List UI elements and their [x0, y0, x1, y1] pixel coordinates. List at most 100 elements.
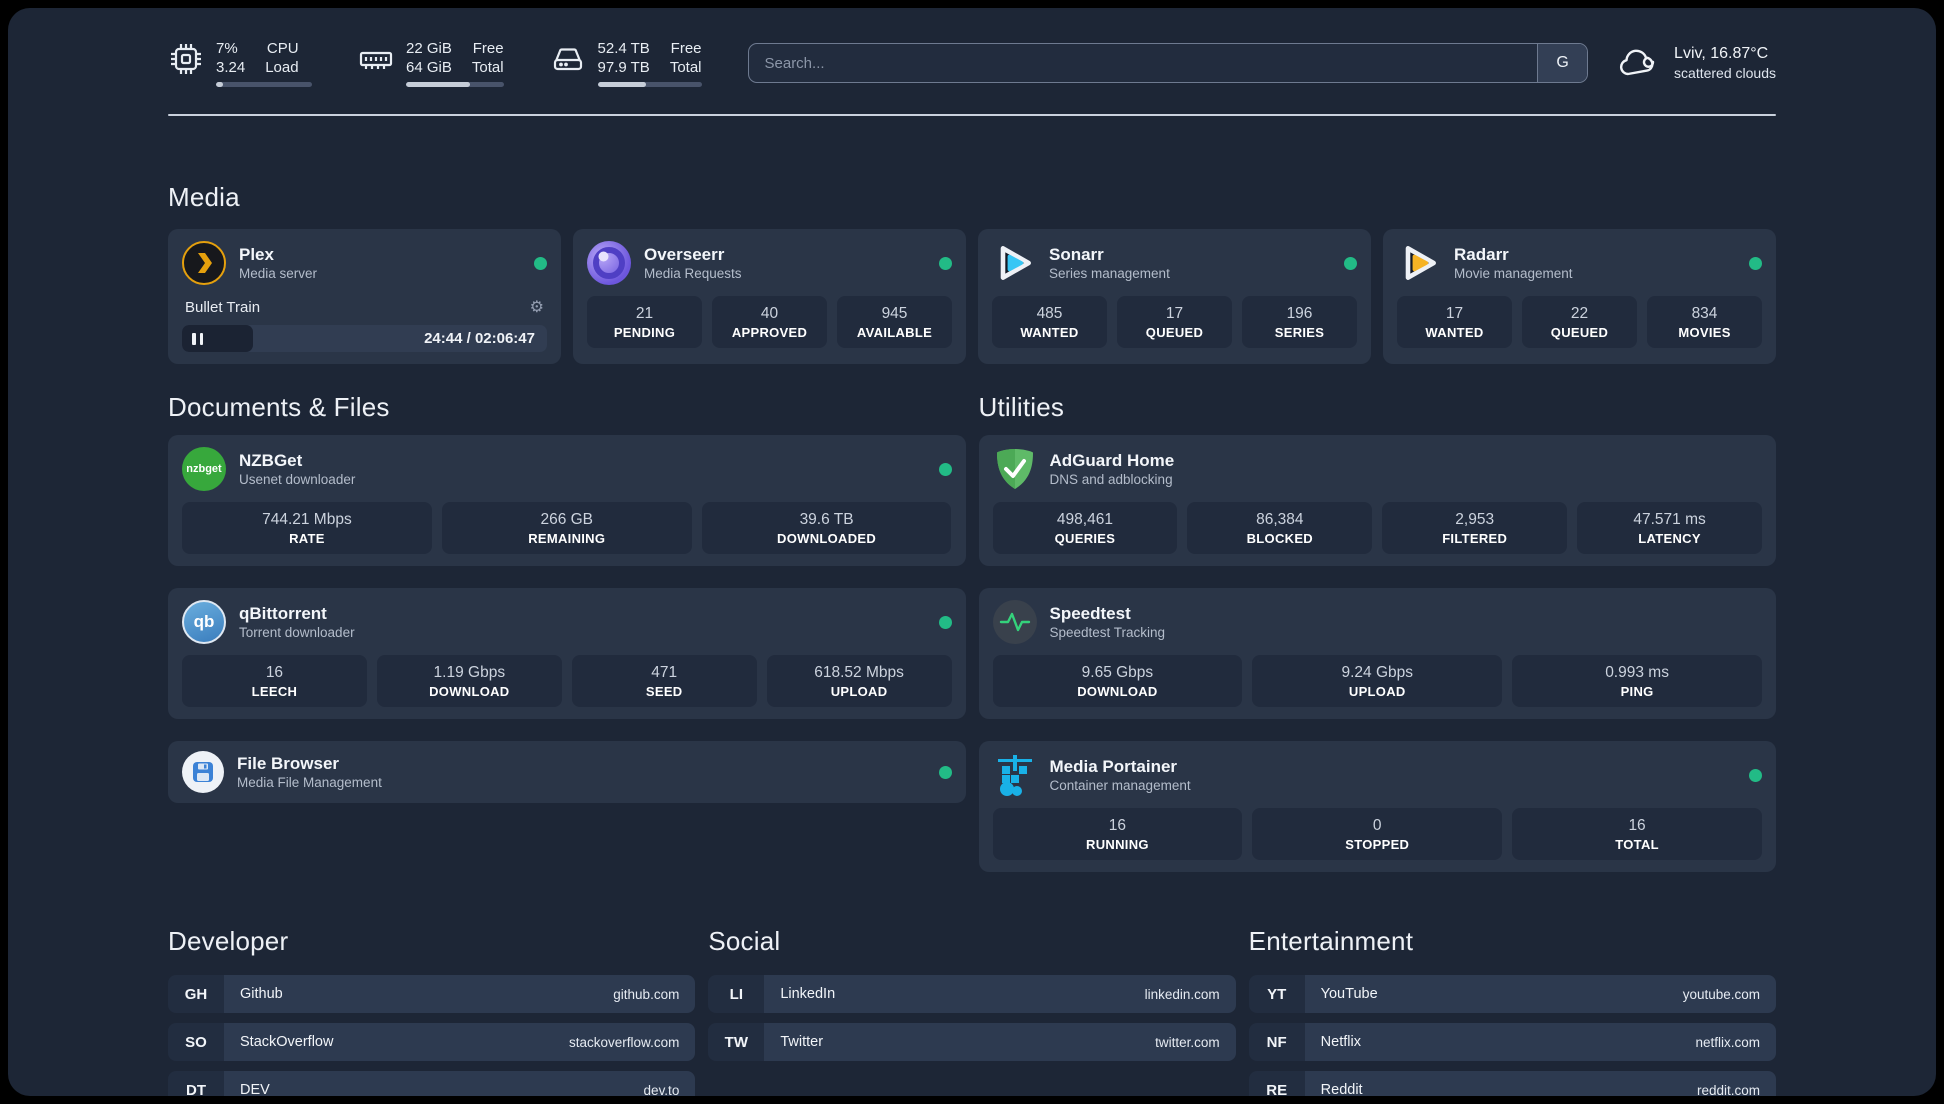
status-online-dot [938, 615, 952, 629]
stat-leech: 16 LEECH [182, 655, 367, 707]
cpu-load-label: Load [265, 59, 299, 76]
sonarr-icon [992, 241, 1036, 285]
scattered-clouds-icon [1620, 49, 1655, 76]
playback-progress-bar[interactable]: 24:44 / 02:06:47 [182, 325, 547, 352]
disk-progress-fill [597, 82, 647, 87]
stat-download: 9.65 Gbps DOWNLOAD [992, 655, 1243, 707]
memory-total-value: 64 GiB [406, 59, 452, 76]
stat-queued: 22 QUEUED [1522, 296, 1637, 348]
stat-ping: 0.993 ms PING [1512, 655, 1762, 707]
status-online-dot [1344, 256, 1357, 270]
service-card-speedtest[interactable]: Speedtest Speedtest Tracking 9.65 Gbps D… [978, 588, 1776, 719]
stat-upload: 618.52 Mbps UPLOAD [766, 655, 952, 707]
dashboard-page: 7% 3.24 CPU Load 22 GiB 64 GiB Free Tota… [8, 8, 1936, 1096]
cpu-progress-track [216, 82, 312, 87]
app-name: Speedtest [1049, 604, 1131, 623]
bookmark-tag: GH [168, 975, 224, 1013]
app-name: Plex [239, 245, 274, 264]
gear-icon[interactable]: ⚙ [530, 297, 544, 317]
app-name: NZBGet [239, 451, 303, 470]
status-online-dot [938, 765, 952, 779]
stat-latency: 47.571 ms LATENCY [1577, 502, 1762, 554]
bookmark-dev[interactable]: DT DEV dev.to [168, 1071, 696, 1097]
search-input[interactable] [748, 44, 1538, 82]
memory-progress-track [406, 82, 504, 87]
playback-progress-fill [182, 325, 254, 352]
bookmark-name: StackOverflow [240, 1034, 334, 1050]
disk-total-value: 97.9 TB [597, 59, 650, 76]
search-bar: G [747, 43, 1589, 83]
bookmark-url: netflix.com [1695, 1034, 1760, 1050]
service-card-plex[interactable]: Plex Media server Bullet Train ⚙ 24:44 /… [168, 229, 561, 364]
bookmark-tag: RE [1248, 1071, 1305, 1096]
stat-available: 945 AVAILABLE [837, 296, 952, 348]
status-online-dot [938, 462, 952, 476]
status-online-dot [1749, 256, 1762, 270]
bookmark-youtube[interactable]: YT YouTube youtube.com [1248, 975, 1776, 1013]
cpu-progress-fill [216, 82, 223, 87]
service-card-qbittorrent[interactable]: qb qBittorrent Torrent downloader 16 LEE… [168, 588, 966, 719]
disk-icon [553, 48, 582, 71]
bookmark-name: YouTube [1320, 986, 1378, 1002]
header-divider [168, 114, 1776, 116]
stat-series: 196 SERIES [1242, 296, 1357, 348]
service-card-adguard[interactable]: AdGuard Home DNS and adblocking 498,461 … [978, 435, 1776, 566]
bookmark-name: Github [240, 986, 283, 1002]
bookmark-linkedin[interactable]: LI LinkedIn linkedin.com [708, 975, 1236, 1013]
utilities-section-title: Utilities [978, 392, 1065, 422]
app-description: Media Requests [644, 266, 742, 281]
top-bar: 7% 3.24 CPU Load 22 GiB 64 GiB Free Tota… [168, 38, 1776, 88]
developer-section-title: Developer [168, 926, 289, 956]
app-name: File Browser [237, 754, 340, 773]
overseerr-icon [587, 241, 631, 285]
stat-total: 16 TOTAL [1512, 808, 1762, 860]
service-card-sonarr[interactable]: Sonarr Series management 485 WANTED 17 Q… [978, 229, 1371, 364]
stat-wanted: 17 WANTED [1397, 296, 1512, 348]
disk-stat-widget: 52.4 TB 97.9 TB Free Total [550, 39, 702, 87]
stat-remaining: 266 GB REMAINING [441, 502, 692, 554]
section-media: Media Plex Media server Bullet Train ⚙ 2… [168, 182, 1776, 364]
app-description: Torrent downloader [239, 625, 355, 640]
status-online-dot [939, 256, 952, 270]
bookmark-name: Reddit [1320, 1082, 1363, 1096]
memory-free-value: 22 GiB [406, 40, 452, 57]
bookmark-netflix[interactable]: NF Netflix netflix.com [1248, 1023, 1776, 1061]
app-name: qBittorrent [239, 604, 327, 623]
stat-pending: 21 PENDING [587, 296, 702, 348]
media-section-title: Media [168, 182, 240, 212]
cpu-stat-widget: 7% 3.24 CPU Load [168, 39, 312, 87]
cpu-percent: 7% [216, 40, 238, 57]
stat-seed: 471 SEED [571, 655, 757, 707]
app-description: Media File Management [237, 775, 382, 790]
ram-icon [359, 51, 393, 69]
app-name: AdGuard Home [1049, 451, 1175, 470]
section-documents-files: Documents & Files nzbget NZBGet Usenet d… [168, 392, 966, 803]
stat-stopped: 0 STOPPED [1252, 808, 1503, 860]
service-card-filebrowser[interactable]: File Browser Media File Management [168, 741, 966, 803]
bookmark-tag: DT [168, 1071, 224, 1096]
cpu-icon [171, 44, 201, 74]
service-card-nzbget[interactable]: nzbget NZBGet Usenet downloader 744.21 M… [168, 435, 966, 566]
bookmark-url: stackoverflow.com [569, 1034, 680, 1050]
memory-stat-widget: 22 GiB 64 GiB Free Total [358, 39, 504, 87]
search-engine-button[interactable]: G [1537, 44, 1588, 82]
bookmark-twitter[interactable]: TW Twitter twitter.com [708, 1023, 1236, 1061]
cpu-load-value: 3.24 [216, 59, 246, 76]
memory-free-label: Free [472, 40, 504, 57]
pause-icon [192, 332, 196, 345]
service-card-portainer[interactable]: Media Portainer Container management 16 … [978, 741, 1776, 872]
playback-time: 24:44 / 02:06:47 [424, 330, 535, 347]
app-name: Radarr [1454, 245, 1509, 264]
service-card-radarr[interactable]: Radarr Movie management 17 WANTED 22 QUE… [1383, 229, 1776, 364]
bookmark-github[interactable]: GH Github github.com [168, 975, 696, 1013]
stat-downloaded: 39.6 TB DOWNLOADED [701, 502, 952, 554]
bookmark-reddit[interactable]: RE Reddit reddit.com [1248, 1071, 1776, 1096]
stat-wanted: 485 WANTED [992, 296, 1107, 348]
bookmark-url: dev.to [643, 1082, 680, 1097]
plex-icon [182, 241, 226, 285]
stat-filtered: 2,953 FILTERED [1382, 502, 1568, 554]
bookmark-stackoverflow[interactable]: SO StackOverflow stackoverflow.com [168, 1023, 696, 1061]
qbittorrent-icon: qb [182, 600, 226, 644]
section-developer: Developer GH Github github.com SO StackO… [168, 926, 696, 1097]
service-card-overseerr[interactable]: Overseerr Media Requests 21 PENDING 40 A… [573, 229, 966, 364]
